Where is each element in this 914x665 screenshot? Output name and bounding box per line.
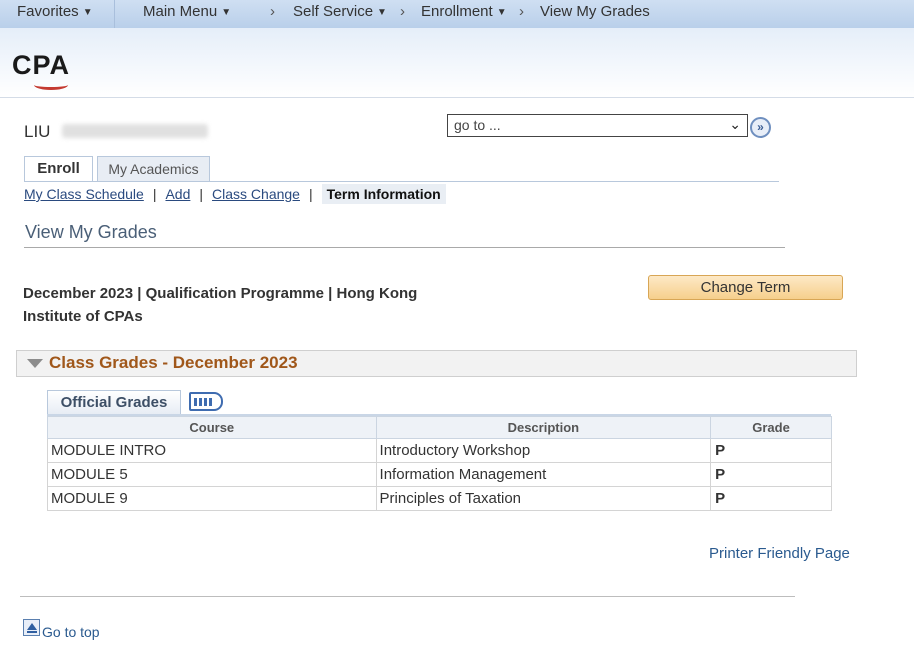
arrow-up-to-top-icon-arrow — [27, 623, 37, 630]
subnav-link-my-class-schedule[interactable]: My Class Schedule — [24, 186, 144, 202]
grid-view-icon[interactable] — [189, 392, 223, 411]
table-row: MODULE INTRO Introductory Workshop P — [47, 438, 832, 463]
goto-button[interactable]: » — [750, 117, 771, 138]
arrow-up-to-top-icon-bar — [27, 631, 37, 633]
breadcrumb-label: View My Grades — [540, 3, 650, 20]
tab-label: My Academics — [108, 161, 199, 177]
column-header-grade: Grade — [710, 416, 832, 439]
subnav-link-add[interactable]: Add — [165, 186, 190, 202]
table-header-row: Course Description Grade — [47, 416, 832, 439]
goto-dropdown[interactable]: go to ... ⌄ — [447, 114, 748, 137]
course-cell: MODULE 9 — [47, 486, 377, 511]
page-title: View My Grades — [25, 222, 157, 242]
grade-cell: P — [710, 462, 832, 487]
term-information: December 2023 | Qualification Programme … — [23, 285, 418, 325]
caret-down-icon: ▼ — [496, 7, 507, 18]
caret-down-icon: ▼ — [221, 7, 232, 18]
grid-view-icon-dots — [194, 398, 214, 406]
section-title: Class Grades - December 2023 — [49, 353, 298, 372]
chevron-right-icon: › — [270, 3, 275, 20]
caret-down-icon: ▼ — [82, 7, 93, 18]
breadcrumb-enrollment[interactable]: Enrollment ▼ — [421, 3, 507, 20]
tab-enroll[interactable]: Enroll — [24, 156, 93, 182]
chevron-right-icon: › — [519, 3, 524, 20]
logo-swoosh-icon — [34, 80, 68, 90]
subnav-link-class-change[interactable]: Class Change — [212, 186, 300, 202]
chevron-down-icon: ⌄ — [729, 116, 741, 132]
tab-official-grades[interactable]: Official Grades — [47, 390, 181, 415]
footer-divider — [20, 596, 795, 597]
cpa-logo: CPA — [12, 50, 71, 80]
main-menu-label: Main Menu — [143, 3, 218, 20]
goto-dropdown-value: go to ... — [454, 117, 501, 133]
header-banner: CPA — [0, 28, 914, 98]
main-menu[interactable]: Main Menu ▼ — [143, 3, 231, 20]
subnav-separator: | — [199, 186, 204, 202]
class-grades-section-header[interactable]: Class Grades - December 2023 — [16, 350, 857, 377]
double-chevron-right-icon: » — [757, 120, 764, 134]
column-header-course: Course — [47, 416, 377, 439]
enroll-subnav: My Class Schedule | Add | Class Change | Term … — [24, 184, 446, 208]
grades-table: Course Description Grade MODULE INTRO In… — [47, 416, 832, 511]
grade-cell: P — [710, 438, 832, 463]
chevron-right-icon: › — [400, 3, 405, 20]
table-row: MODULE 9 Principles of Taxation P — [47, 486, 832, 511]
student-name: LIU — [24, 122, 51, 141]
course-cell: MODULE 5 — [47, 462, 377, 487]
description-cell: Principles of Taxation — [375, 486, 712, 511]
description-cell: Introductory Workshop — [375, 438, 712, 463]
course-cell: MODULE INTRO — [47, 438, 377, 463]
grade-cell: P — [710, 486, 832, 511]
subnav-separator: | — [308, 186, 313, 202]
tab-label: Enroll — [37, 160, 80, 177]
top-navigation-bar: Favorites ▼ Main Menu ▼ › Self Service ▼ › … — [0, 0, 914, 28]
breadcrumb-self-service[interactable]: Self Service ▼ — [293, 3, 387, 20]
arrow-up-to-top-icon[interactable] — [23, 619, 40, 636]
table-row: MODULE 5 Information Management P — [47, 462, 832, 487]
breadcrumb-label: Self Service — [293, 3, 374, 20]
breadcrumb-label: Enrollment — [421, 3, 493, 20]
tab-my-academics[interactable]: My Academics — [97, 156, 210, 181]
subnav-current-term-information: Term Information — [321, 184, 446, 204]
description-cell: Information Management — [375, 462, 712, 487]
subnav-separator: | — [152, 186, 157, 202]
favorites-label: Favorites — [17, 3, 79, 20]
redacted-name — [62, 124, 208, 138]
title-divider — [24, 247, 785, 248]
change-term-button[interactable]: Change Term — [648, 275, 843, 300]
printer-friendly-link[interactable]: Printer Friendly Page — [709, 545, 850, 562]
triangle-down-icon — [27, 359, 43, 368]
nav-divider — [114, 0, 115, 28]
caret-down-icon: ▼ — [377, 7, 387, 18]
tab-divider — [24, 181, 779, 182]
go-to-top-link[interactable]: Go to top — [42, 624, 100, 640]
column-header-description: Description — [375, 416, 712, 439]
breadcrumb-view-my-grades[interactable]: View My Grades — [540, 3, 650, 20]
favorites-menu[interactable]: Favorites ▼ — [17, 3, 93, 20]
